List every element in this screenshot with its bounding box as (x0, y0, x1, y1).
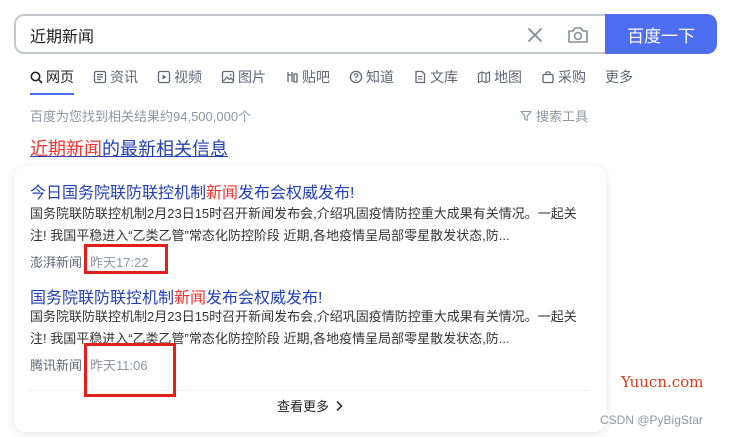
camera-icon[interactable] (566, 24, 590, 46)
search-bar: 百度一下 (14, 14, 717, 54)
site-watermark: Yuucn.com (621, 373, 704, 391)
title-keyword: 新闻 (174, 290, 207, 307)
tab-label: 文库 (430, 69, 458, 85)
title-text: 国务院联防联控机制 (30, 290, 175, 307)
image-icon (221, 70, 235, 84)
result-count: 百度为您找到相关结果约94,500,000个 (30, 109, 252, 124)
tab-tieba[interactable]: 贴吧 (285, 67, 330, 87)
active-tab-indicator (30, 93, 74, 95)
tab-label: 资讯 (110, 69, 138, 85)
tab-label: 贴吧 (302, 69, 330, 85)
highlight-box (84, 343, 176, 397)
tab-label: 网页 (46, 69, 74, 85)
tab-label: 知道 (366, 69, 394, 85)
result-title-link[interactable]: 国务院联防联控机制新闻发布会权威发布! (30, 284, 322, 308)
search-tools-label: 搜索工具 (536, 109, 589, 124)
tab-label: 地图 (494, 69, 522, 85)
news-section-heading[interactable]: 近期新闻的最新相关信息 (30, 135, 228, 161)
filter-icon (520, 110, 532, 121)
view-more-button[interactable]: 查看更多 (14, 396, 606, 415)
map-pin-icon (477, 71, 491, 84)
question-icon (349, 70, 363, 84)
search-button[interactable]: 百度一下 (605, 14, 717, 54)
tab-images[interactable]: 图片 (221, 67, 266, 87)
result-abstract: 国务院联防联控机制2月23日15时召开新闻发布会,介绍巩固疫情防控重大成果有关情… (30, 206, 577, 243)
title-keyword: 新闻 (206, 185, 239, 202)
result-source[interactable]: 澎湃新闻 (30, 252, 82, 271)
tab-news[interactable]: 资讯 (93, 67, 138, 87)
tab-wenku[interactable]: 文库 (413, 67, 458, 87)
search-box (14, 14, 606, 54)
tab-label: 图片 (238, 69, 266, 85)
title-text: 今日国务院联防联控机制 (30, 185, 207, 202)
video-icon (157, 70, 171, 84)
author-watermark: CSDN @PyBigStar (600, 413, 703, 427)
news-icon (93, 70, 107, 84)
search-tabs: 网页 资讯 视频 图片 贴吧 知道 文库 地图 采购 更多 (30, 66, 652, 88)
heading-keyword: 近期新闻 (30, 139, 102, 159)
search-icon (30, 71, 43, 84)
view-more-label: 查看更多 (276, 399, 329, 414)
tab-web[interactable]: 网页 (30, 67, 74, 87)
tab-label: 采购 (558, 69, 586, 85)
result-title-link[interactable]: 今日国务院联防联控机制新闻发布会权威发布! (30, 179, 354, 203)
search-input[interactable] (30, 25, 510, 45)
bag-icon (542, 71, 554, 84)
tab-label: 更多 (605, 69, 633, 85)
clear-icon[interactable] (524, 24, 546, 46)
title-text: 发布会权威发布! (238, 185, 355, 202)
result-source[interactable]: 腾讯新闻 (30, 355, 82, 374)
search-tools-button[interactable]: 搜索工具 (520, 106, 588, 125)
heading-text: 的最新相关信息 (102, 139, 228, 159)
document-icon (415, 70, 426, 84)
chevron-right-icon (336, 400, 343, 411)
highlight-box (84, 244, 168, 274)
tab-purchase[interactable]: 采购 (541, 67, 586, 87)
tab-more[interactable]: 更多 (605, 67, 633, 87)
tab-label: 视频 (174, 69, 202, 85)
tab-video[interactable]: 视频 (157, 67, 202, 87)
tab-zhidao[interactable]: 知道 (349, 67, 394, 87)
tieba-icon (287, 72, 298, 83)
tab-map[interactable]: 地图 (477, 67, 522, 87)
title-text: 发布会权威发布! (206, 290, 323, 307)
